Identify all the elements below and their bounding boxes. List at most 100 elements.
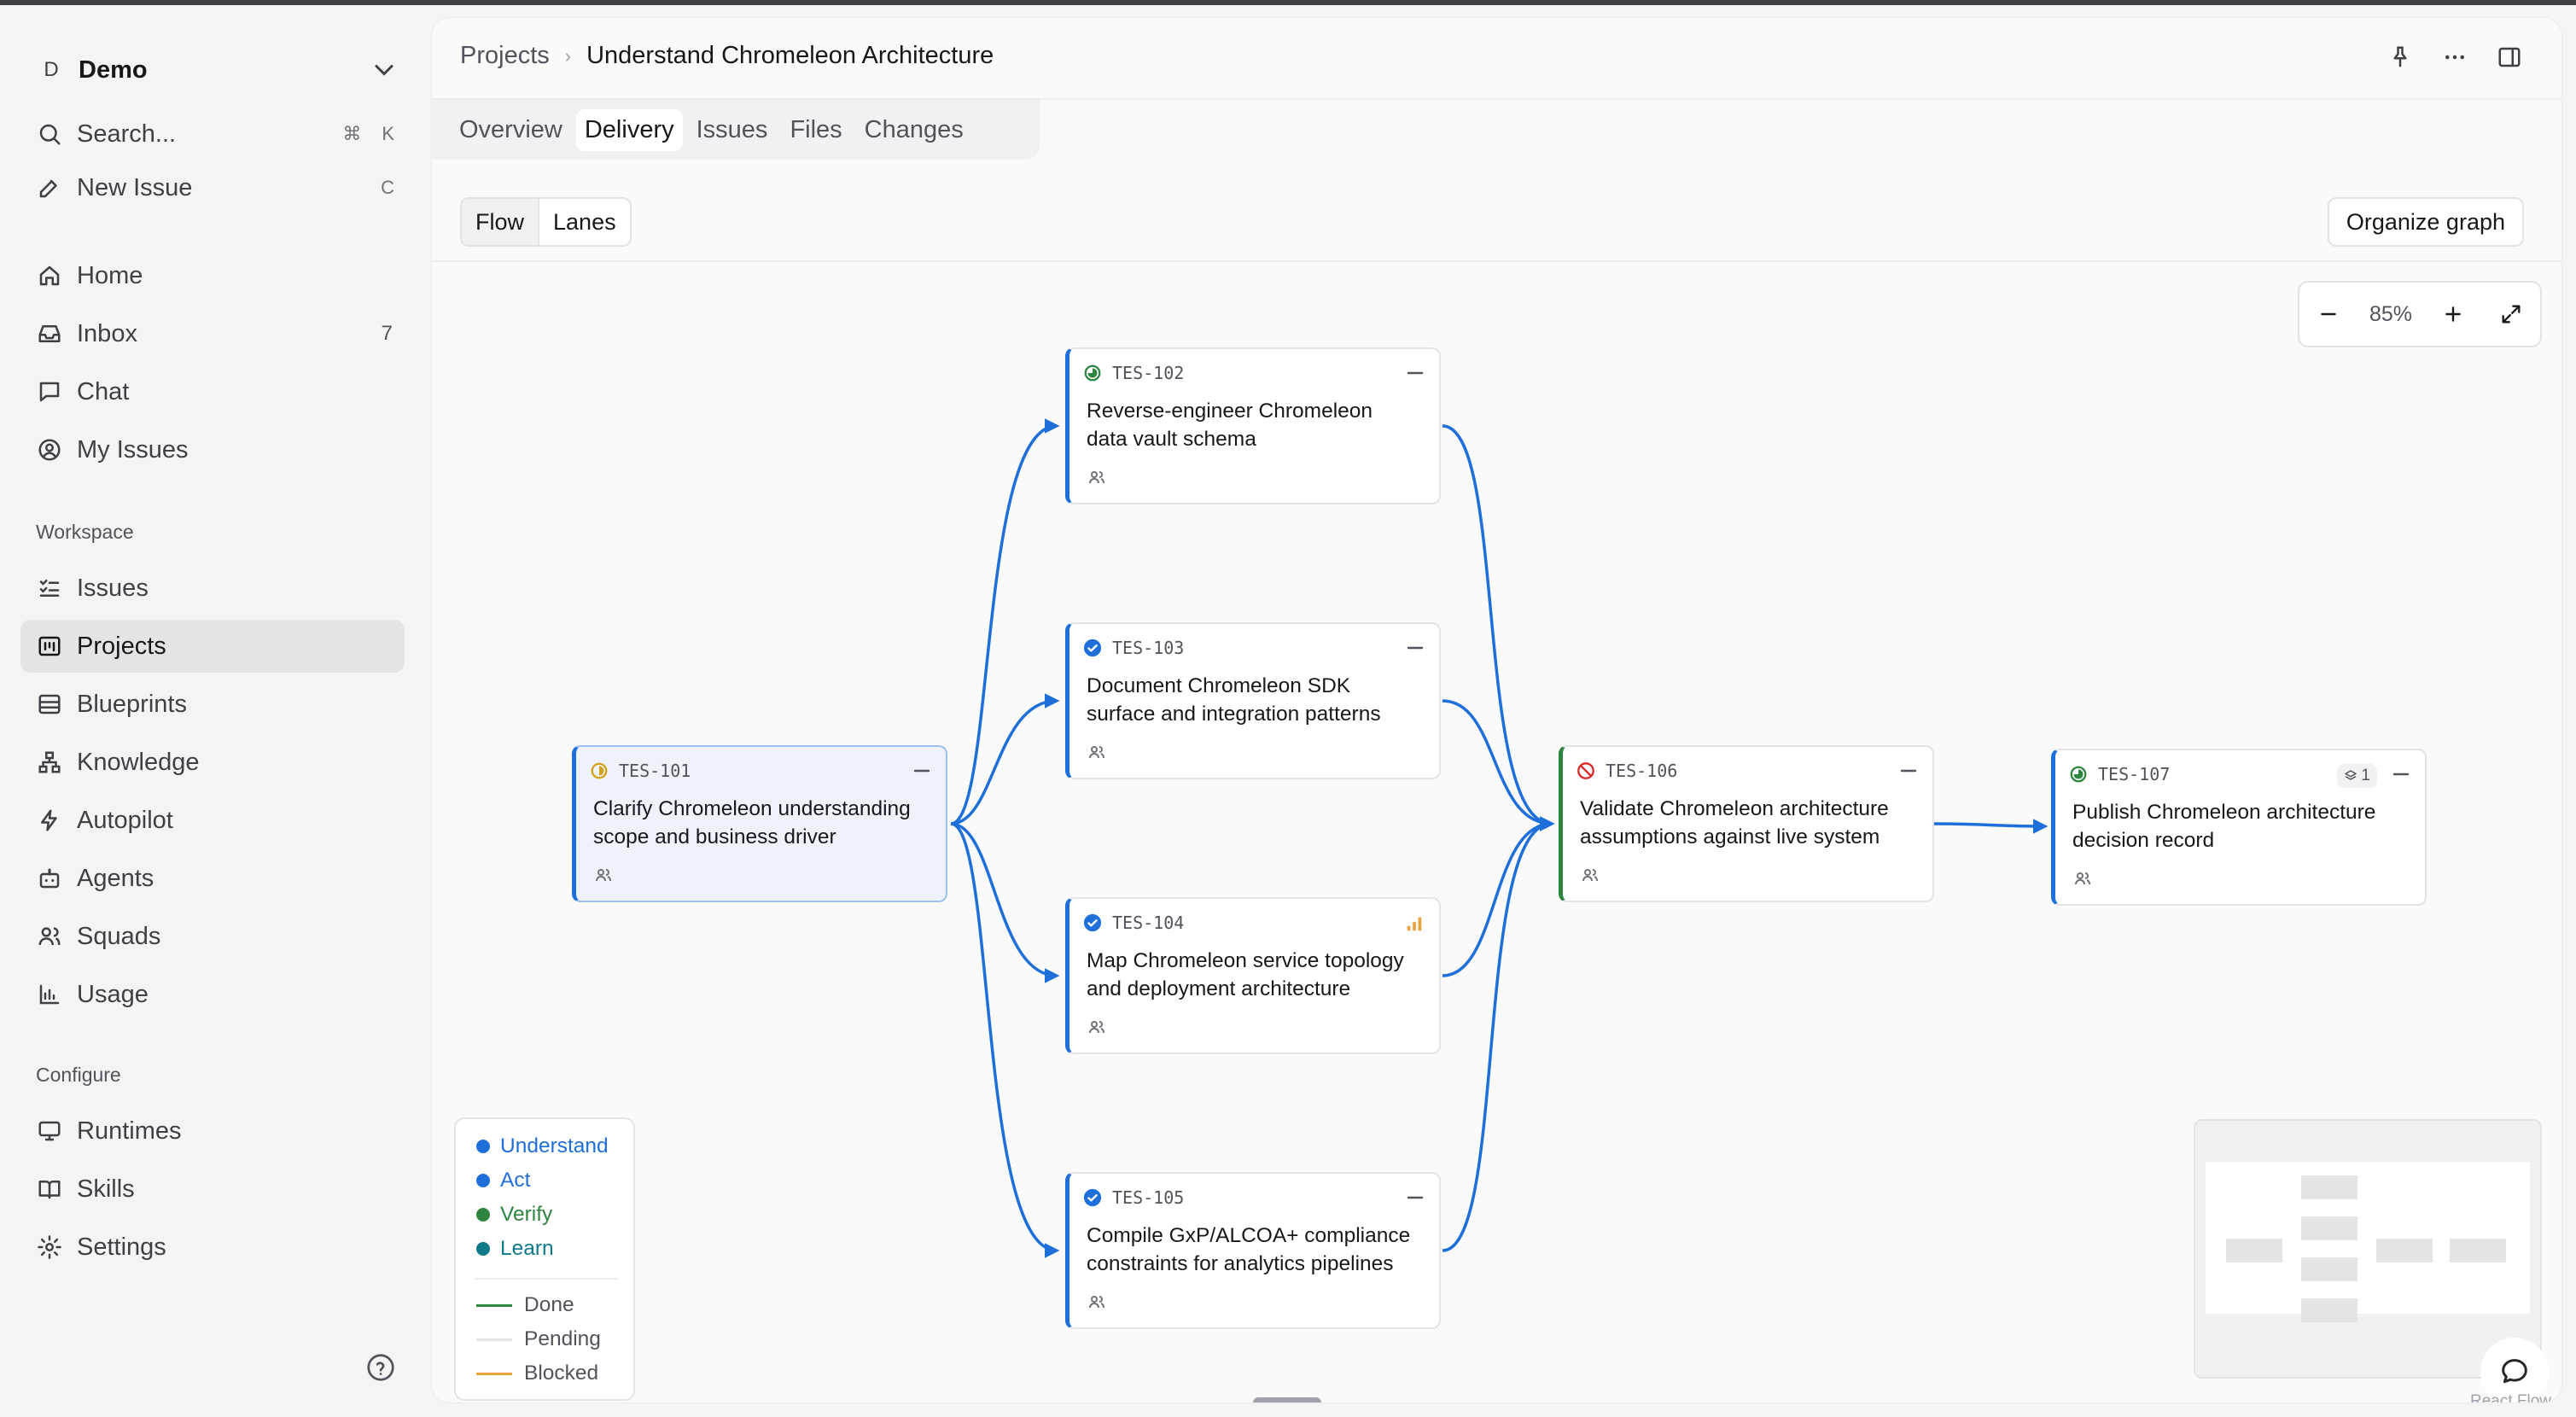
help-icon[interactable] (365, 1352, 396, 1383)
section-label-configure: Configure (36, 1064, 121, 1086)
breadcrumb-projects-link[interactable]: Projects (460, 42, 550, 70)
sidebar-item-blueprints[interactable]: Blueprints (20, 678, 405, 731)
assignee-icon (1089, 746, 1104, 759)
search-button[interactable]: Search... ⌘ K (20, 108, 405, 160)
sidebar-item-label: Usage (77, 980, 149, 1008)
flow-canvas[interactable]: 85% TES-101 Clarify Chromeleon understan… (432, 264, 2561, 1402)
minimap-node (2450, 1239, 2506, 1262)
collapse-icon[interactable] (912, 764, 932, 778)
page-title: Understand Chromeleon Architecture (586, 42, 994, 69)
issue-title: Clarify Chromeleon understanding scope an… (593, 797, 911, 848)
new-issue-label: New Issue (77, 173, 193, 201)
sidebar-item-label: My Issues (77, 435, 189, 464)
side-panel-toggle-icon[interactable] (2492, 40, 2526, 74)
sidebar-item-home[interactable]: Home (20, 249, 405, 302)
sidebar-item-knowledge[interactable]: Knowledge (20, 736, 405, 789)
main-panel: Projects › Understand Chromeleon Archite… (431, 17, 2562, 1403)
book-icon (36, 1175, 63, 1203)
search-shortcut: ⌘ K (342, 123, 394, 144)
issue-node-tes-104[interactable]: TES-104 Map Chromeleon service topology a… (1065, 897, 1441, 1054)
issue-title: Validate Chromeleon architecture assumpti… (1580, 797, 1889, 848)
sidebar-item-runtimes[interactable]: Runtimes (20, 1105, 405, 1158)
issue-title: Compile GxP/ALCOA+ compliance constraints… (1087, 1224, 1411, 1275)
sidebar-item-label: Skills (77, 1175, 135, 1203)
sidebar-item-chat[interactable]: Chat (20, 365, 405, 418)
search-icon (36, 120, 63, 148)
issue-node-tes-103[interactable]: TES-103 Document Chromeleon SDK surface a… (1065, 622, 1441, 779)
legend-verify: Verify (476, 1203, 552, 1227)
monitor-icon (36, 1117, 63, 1145)
users-icon (36, 923, 63, 950)
issue-title: Publish Chromeleon architecture decision … (2072, 801, 2376, 852)
blueprint-icon (36, 691, 63, 718)
new-issue-button[interactable]: New Issue C (20, 161, 405, 214)
minimap-node (2301, 1298, 2357, 1322)
more-icon[interactable] (2438, 40, 2472, 74)
layers-icon (2345, 770, 2357, 780)
collapse-icon[interactable] (1405, 1191, 1425, 1204)
bar-chart-icon (36, 981, 63, 1008)
organize-graph-button[interactable]: Organize graph (2327, 197, 2524, 247)
legend-learn: Learn (476, 1237, 554, 1261)
pin-icon[interactable] (2383, 40, 2417, 74)
collapse-icon[interactable] (2391, 767, 2411, 781)
sidebar-item-squads[interactable]: Squads (20, 910, 405, 963)
tab-overview[interactable]: Overview (451, 109, 571, 151)
tab-files[interactable]: Files (781, 109, 850, 151)
tab-changes[interactable]: Changes (856, 109, 972, 151)
collapse-icon[interactable] (1405, 366, 1425, 380)
sidebar-item-my-issues[interactable]: My Issues (20, 423, 405, 476)
sidebar-item-usage[interactable]: Usage (20, 968, 405, 1021)
done-status-icon (1083, 639, 1102, 657)
edge-106-107 (1933, 819, 2049, 834)
in-review-status-icon (2069, 765, 2088, 784)
assignee-icon (1089, 1296, 1104, 1309)
view-toggle: Flow Lanes (460, 197, 632, 247)
sidebar-item-issues[interactable]: Issues (20, 562, 405, 615)
legend-understand: Understand (476, 1134, 609, 1158)
sidebar-item-label: Knowledge (77, 748, 200, 776)
sidebar-item-skills[interactable]: Skills (20, 1163, 405, 1216)
chevron-down-icon (375, 65, 393, 76)
sidebar-item-label: Projects (77, 632, 166, 660)
assignee-icon (1089, 1021, 1104, 1034)
breadcrumb: Projects › Understand Chromeleon Archite… (460, 42, 994, 70)
new-issue-shortcut: C (381, 177, 394, 198)
issue-node-tes-107[interactable]: TES-107 1 Publish Chromeleon architectur… (2051, 749, 2427, 906)
legend-done: Done (476, 1293, 574, 1317)
issue-id: TES-103 (1112, 638, 1185, 658)
issue-id: TES-105 (1112, 1187, 1185, 1208)
sidebar-item-autopilot[interactable]: Autopilot (20, 794, 405, 847)
inbox-icon (36, 320, 63, 347)
tab-delivery[interactable]: Delivery (575, 108, 683, 151)
issue-node-tes-102[interactable]: TES-102 Reverse-engineer Chromeleon data … (1065, 347, 1441, 504)
in-review-status-icon (1083, 364, 1102, 382)
react-flow-attribution[interactable]: React Flow (2470, 1392, 2551, 1402)
sidebar-item-projects[interactable]: Projects (20, 620, 405, 673)
collapse-icon[interactable] (1898, 764, 1919, 778)
subissue-count-badge: 1 (2337, 764, 2377, 788)
sidebar-item-label: Inbox (77, 319, 137, 347)
issue-node-tes-105[interactable]: TES-105 Compile GxP/ALCOA+ compliance con… (1065, 1172, 1441, 1329)
issue-id: TES-106 (1606, 761, 1678, 781)
lanes-view-button[interactable]: Lanes (538, 199, 630, 245)
minimap-node (2301, 1257, 2357, 1281)
tab-issues[interactable]: Issues (688, 109, 777, 151)
sidebar-item-settings[interactable]: Settings (20, 1221, 405, 1274)
issue-node-tes-106[interactable]: TES-106 Validate Chromeleon architecture… (1559, 745, 1934, 902)
sidebar-item-agents[interactable]: Agents (20, 852, 405, 905)
workspace-switcher[interactable]: D Demo (32, 48, 399, 92)
sidebar-item-inbox[interactable]: Inbox 7 (20, 307, 405, 360)
edge-105-106 (1442, 816, 1555, 1252)
chat-bubble-icon (2502, 1359, 2527, 1384)
collapse-icon[interactable] (1405, 641, 1425, 655)
project-icon (36, 633, 63, 660)
issue-node-tes-101[interactable]: TES-101 Clarify Chromeleon understanding… (572, 745, 947, 902)
flow-view-button[interactable]: Flow (462, 199, 539, 245)
minimap[interactable] (2194, 1119, 2542, 1379)
knowledge-icon (36, 749, 63, 776)
edge-101-105 (950, 822, 1060, 1258)
inbox-count-badge: 7 (381, 322, 393, 345)
assignee-icon (1089, 471, 1104, 484)
horizontal-scrollbar[interactable] (1253, 1397, 1321, 1402)
